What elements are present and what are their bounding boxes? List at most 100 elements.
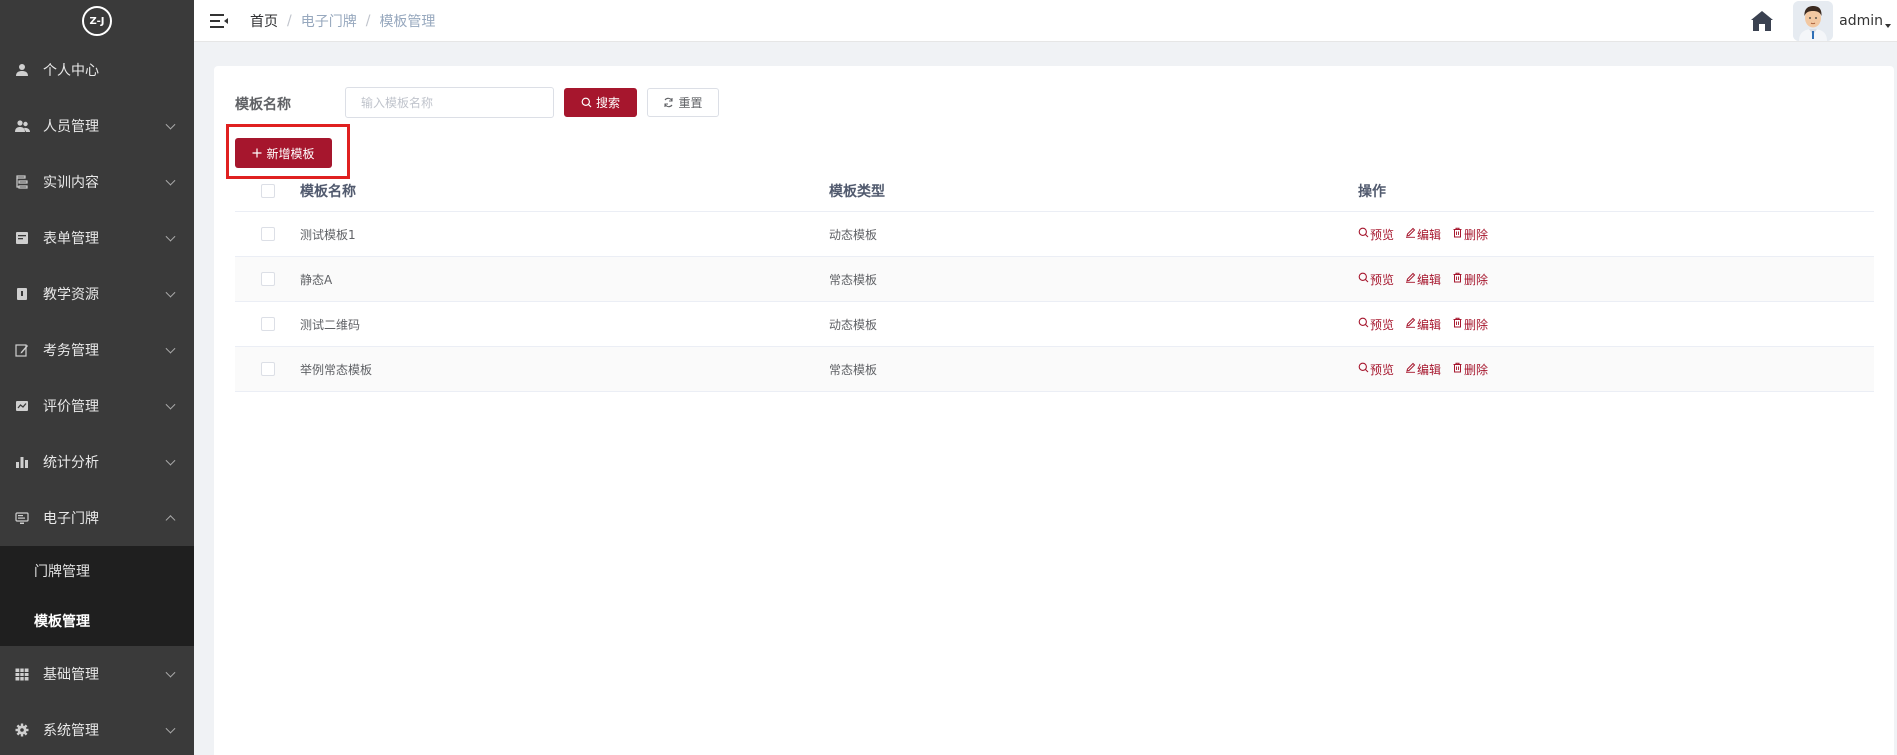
template-name-cell: 静态A <box>300 272 333 287</box>
sidebar-subitem-label: 门牌管理 <box>34 564 90 580</box>
table-header-row: 模板名称 模板类型 操作 <box>235 170 1874 212</box>
sidebar-subitem-doorplate-management[interactable]: 门牌管理 <box>0 546 194 596</box>
delete-label: 删除 <box>1464 227 1489 242</box>
template-name-cell: 测试二维码 <box>300 317 361 332</box>
delete-link[interactable]: 删除 <box>1452 316 1488 333</box>
sidebar-item-label: 评价管理 <box>43 399 99 415</box>
edit-icon <box>1405 272 1417 286</box>
breadcrumb-template-management: 模板管理 <box>379 13 436 30</box>
edit-link[interactable]: 编辑 <box>1405 226 1441 243</box>
search-button[interactable]: 搜索 <box>564 88 637 117</box>
preview-label: 预览 <box>1370 317 1395 332</box>
sidebar-item-basic-management[interactable]: 基础管理 <box>0 646 194 702</box>
sidebar-item-label: 系统管理 <box>43 723 99 739</box>
sidebar-item-personnel[interactable]: 人员管理 <box>0 98 194 154</box>
delete-icon <box>1452 272 1464 286</box>
sidebar-item-label: 电子门牌 <box>43 511 99 527</box>
edit-icon <box>1405 317 1417 331</box>
sidebar-item-label: 个人中心 <box>43 63 99 79</box>
actions-cell: 预览 编辑 删除 <box>1358 271 1874 288</box>
breadcrumb-electronic-doorplate: 电子门牌 <box>300 13 357 30</box>
book-icon <box>14 286 30 302</box>
template-name-search-input[interactable] <box>345 87 554 118</box>
breadcrumb-separator: / <box>287 12 292 29</box>
sidebar: Z-J 个人中心 人员管理 实训内容 表单管理 教学资源 考务管理 评价管理 统… <box>0 0 194 755</box>
sidebar-subitem-template-management[interactable]: 模板管理 <box>0 596 194 646</box>
sidebar-item-personal-center[interactable]: 个人中心 <box>0 42 194 98</box>
delete-link[interactable]: 删除 <box>1452 226 1488 243</box>
chevron-down-icon <box>165 119 176 130</box>
delete-link[interactable]: 删除 <box>1452 271 1488 288</box>
edit-label: 编辑 <box>1417 317 1442 332</box>
breadcrumb-home[interactable]: 首页 <box>250 11 278 31</box>
reset-button[interactable]: 重置 <box>647 88 719 117</box>
template-name-cell: 测试模板1 <box>300 227 356 242</box>
table-row: 举例常态模板 常态模板 预览 编辑 删除 <box>235 347 1874 392</box>
actions-cell: 预览 编辑 删除 <box>1358 361 1874 378</box>
column-header-actions: 操作 <box>1358 183 1386 200</box>
row-checkbox[interactable] <box>260 362 275 376</box>
home-icon[interactable] <box>1749 8 1775 34</box>
delete-link[interactable]: 删除 <box>1452 361 1488 378</box>
sidebar-item-exam-management[interactable]: 考务管理 <box>0 322 194 378</box>
sidebar-item-teaching-resources[interactable]: 教学资源 <box>0 266 194 322</box>
delete-label: 删除 <box>1464 272 1489 287</box>
caret-down-icon[interactable] <box>1885 24 1891 28</box>
sidebar-item-statistics[interactable]: 统计分析 <box>0 434 194 490</box>
row-checkbox[interactable] <box>260 317 275 331</box>
edit-link[interactable]: 编辑 <box>1405 271 1441 288</box>
add-template-button[interactable]: 新增模板 <box>235 138 332 168</box>
gear-icon <box>14 722 30 738</box>
breadcrumb: 首页 / 电子门牌 / 模板管理 <box>250 11 435 31</box>
sidebar-item-label: 基础管理 <box>43 667 99 683</box>
sidebar-item-label: 统计分析 <box>43 455 99 471</box>
avatar[interactable] <box>1793 1 1834 41</box>
preview-link[interactable]: 预览 <box>1358 226 1394 243</box>
sidebar-item-evaluation-management[interactable]: 评价管理 <box>0 378 194 434</box>
column-header-template-type: 模板类型 <box>829 183 885 200</box>
sidebar-item-training-content[interactable]: 实训内容 <box>0 154 194 210</box>
top-header: 首页 / 电子门牌 / 模板管理 admin <box>194 0 1897 42</box>
logo[interactable]: Z-J <box>0 0 194 42</box>
chevron-up-icon <box>165 515 176 526</box>
search-label: 模板名称 <box>235 97 291 113</box>
users-icon <box>14 118 30 134</box>
template-table: 模板名称 模板类型 操作 测试模板1 动态模板 预览 编辑 删除 静态A 常态模板 预览 编辑删… <box>235 170 1874 392</box>
template-type-cell: 常态模板 <box>829 362 878 377</box>
sidebar-item-form-management[interactable]: 表单管理 <box>0 210 194 266</box>
bar-chart-icon <box>14 454 30 470</box>
sidebar-subitem-label: 模板管理 <box>34 614 90 630</box>
preview-icon <box>1358 362 1370 376</box>
username[interactable]: admin <box>1839 13 1883 29</box>
chevron-down-icon <box>165 343 176 354</box>
preview-link[interactable]: 预览 <box>1358 316 1394 333</box>
row-checkbox[interactable] <box>260 272 275 286</box>
sidebar-item-label: 考务管理 <box>43 343 99 359</box>
monitor-icon <box>14 510 30 526</box>
preview-link[interactable]: 预览 <box>1358 271 1394 288</box>
refresh-icon <box>663 97 674 108</box>
search-icon <box>581 97 592 108</box>
preview-label: 预览 <box>1370 272 1395 287</box>
sidebar-item-label: 表单管理 <box>43 231 99 247</box>
preview-link[interactable]: 预览 <box>1358 361 1394 378</box>
row-checkbox[interactable] <box>260 227 275 241</box>
template-type-cell: 动态模板 <box>829 317 878 332</box>
edit-icon <box>1405 227 1417 241</box>
submenu-electronic-doorplate: 门牌管理 模板管理 <box>0 546 194 646</box>
sidebar-item-system-management[interactable]: 系统管理 <box>0 702 194 755</box>
edit-link[interactable]: 编辑 <box>1405 316 1441 333</box>
form-icon <box>14 230 30 246</box>
template-name-cell: 举例常态模板 <box>300 362 373 377</box>
hamburger-menu-icon[interactable] <box>210 13 228 28</box>
select-all-checkbox[interactable] <box>260 183 275 198</box>
preview-label: 预览 <box>1370 227 1395 242</box>
breadcrumb-separator: / <box>365 12 371 29</box>
chevron-down-icon <box>165 231 176 242</box>
plus-icon <box>252 148 262 158</box>
edit-link[interactable]: 编辑 <box>1405 361 1441 378</box>
sidebar-item-electronic-doorplate[interactable]: 电子门牌 <box>0 490 194 546</box>
reset-button-label: 重置 <box>678 96 703 110</box>
preview-icon <box>1358 227 1370 241</box>
preview-icon <box>1358 272 1370 286</box>
